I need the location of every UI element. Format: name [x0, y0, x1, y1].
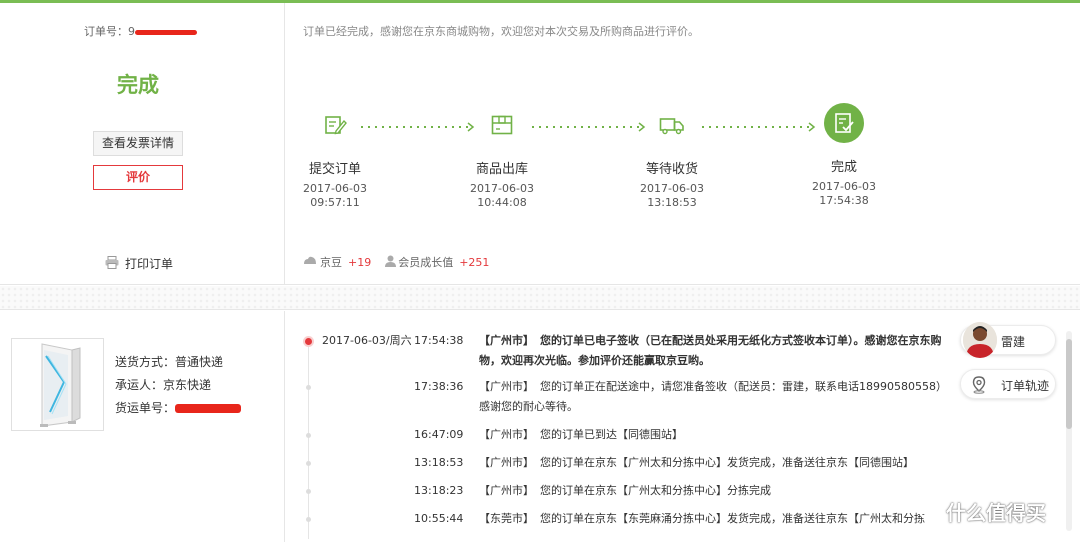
- tracking-city: 【广州市】: [479, 428, 534, 441]
- jingdou-value: +19: [348, 255, 372, 269]
- order-number: 订单号：9: [84, 23, 197, 39]
- section-divider: [0, 286, 1080, 310]
- rewards-row: 京豆 +19 会员成长值 +251: [303, 254, 489, 270]
- tracking-number: 货运单号：: [115, 397, 242, 420]
- tracking-scrollbar[interactable]: [1066, 331, 1072, 531]
- print-order-label: 打印订单: [125, 257, 174, 271]
- step-time: 13:18:53: [647, 196, 697, 209]
- tracking-time: 10:55:44: [414, 512, 464, 525]
- timeline-dot: [306, 461, 311, 466]
- tracking-message: 【广州市】 您的订单已电子签收（已在配送员处采用无纸化方式签收本订单）。感谢您在京…: [479, 331, 949, 371]
- order-track-label: 订单轨迹: [1001, 379, 1050, 393]
- location-pin-icon: [971, 376, 987, 397]
- site-watermark: 什么值得买: [918, 497, 1046, 526]
- growth-value: +251: [459, 255, 490, 269]
- tracking-message: 【广州市】 您的订单在京东【广州太和分拣中心】发货完成，准备送往京东【同德围站】: [479, 453, 949, 473]
- watermark-text: 什么值得买: [946, 501, 1046, 525]
- tracking-text: 您的订单在京东【广州太和分拣中心】发货完成，准备送往京东【同德围站】: [540, 456, 914, 469]
- tracking-time: 16:47:09: [414, 428, 464, 441]
- timeline-dot: [306, 433, 311, 438]
- tracking-message: 【东莞市】 您的订单在京东【东莞麻涌分拣中心】发货完成，准备送往京东【广州太和分拣: [479, 509, 949, 529]
- pc-case-image: [39, 342, 80, 427]
- tracking-city: 【广州市】: [479, 456, 534, 469]
- carrier: 承运人：京东快递: [115, 378, 212, 392]
- step-name: 商品出库: [475, 162, 528, 177]
- tracking-city: 【东莞市】: [479, 512, 534, 525]
- tracking-time: 13:18:53: [414, 456, 464, 469]
- tracking-city: 【广州市】: [479, 484, 534, 497]
- product-thumbnail[interactable]: [11, 338, 104, 431]
- tracking-text: 您的订单已电子签收（已在配送员处采用无纸化方式签收本订单）。感谢您在京东购物，欢…: [479, 334, 942, 367]
- tracking-message: 【广州市】 您的订单已到达【同德围站】: [479, 425, 949, 445]
- courier-name: 雷建: [1001, 335, 1026, 349]
- review-button[interactable]: 评价: [93, 165, 183, 190]
- step-date: 2017-06-03: [470, 182, 534, 195]
- growth-label: 会员成长值: [398, 256, 454, 269]
- package-icon: [482, 105, 522, 145]
- package-info-panel: 送货方式：普通快递 承运人：京东快递 货运单号：: [0, 311, 285, 542]
- timeline-dot: [306, 517, 311, 522]
- user-icon: [385, 255, 397, 270]
- tracking-timeline: 2017-06-03/周六 17:54:38 【广州市】 您的订单已电子签收（已在…: [286, 311, 949, 542]
- order-number-visible: 9: [128, 25, 135, 38]
- step-name: 等待收货: [645, 162, 698, 177]
- order-status: 完成: [117, 73, 159, 97]
- tracking-time: 13:18:23: [414, 484, 464, 497]
- order-track-button[interactable]: 订单轨迹: [960, 369, 1056, 399]
- jingdou-icon: [303, 255, 317, 269]
- redaction-mark: [135, 29, 197, 35]
- step-name: 提交订单: [308, 162, 361, 177]
- tracking-message: 【广州市】 您的订单正在配送途中，请您准备签收（配送员：雷建，联系电话189905…: [479, 377, 949, 417]
- tracking-text: 您的订单正在配送途中，请您准备签收（配送员：雷建，联系电话18990580558…: [479, 380, 947, 413]
- order-progress-panel: 订单已经完成，感谢您在京东商城购物，欢迎您对本次交易及所购商品进行评价。 提交订…: [286, 3, 1080, 285]
- tracking-text: 您的订单已到达【同德围站】: [540, 428, 683, 441]
- tracking-text: 您的订单在京东【东莞麻涌分拣中心】发货完成，准备送往京东【广州太和分拣: [540, 512, 925, 525]
- printer-icon: [105, 255, 119, 272]
- step-date: 2017-06-03: [640, 182, 704, 195]
- step-time: 17:54:38: [819, 194, 869, 207]
- watermark-logo-icon: [918, 497, 942, 526]
- tracking-message: 【广州市】 您的订单在京东【广州太和分拣中心】分拣完成: [479, 481, 949, 501]
- tracking-time: 17:54:38: [414, 334, 464, 347]
- print-order-link[interactable]: 打印订单: [105, 255, 173, 272]
- step-name: 完成: [830, 160, 857, 175]
- order-complete-notice: 订单已经完成，感谢您在京东商城购物，欢迎您对本次交易及所购商品进行评价。: [303, 25, 699, 38]
- timeline-line: [308, 339, 309, 539]
- step-complete: 完成 2017-06-03 17:54:38: [784, 103, 904, 208]
- tracking-city: 【广州市】: [479, 380, 534, 393]
- view-invoice-button[interactable]: 查看发票详情: [93, 131, 183, 156]
- tracking-time: 17:38:36: [414, 380, 464, 393]
- timeline-dot: [306, 385, 311, 390]
- timeline-dot-active: [305, 338, 312, 345]
- scrollbar-thumb[interactable]: [1066, 339, 1072, 429]
- tracking-number-label: 货运单号：: [115, 401, 176, 415]
- edit-icon: [315, 105, 355, 145]
- step-time: 09:57:11: [310, 196, 360, 209]
- tracking-date: 2017-06-03/周六: [322, 334, 412, 347]
- order-number-label: 订单号：: [84, 25, 128, 38]
- step-date: 2017-06-03: [812, 180, 876, 193]
- order-status-panel: 订单号：9 完成 查看发票详情 评价 打印订单: [0, 3, 285, 285]
- step-time: 10:44:08: [477, 196, 527, 209]
- redaction-mark: [175, 404, 242, 413]
- jingdou-label: 京豆: [320, 256, 342, 269]
- order-summary-section: 订单号：9 完成 查看发票详情 评价 打印订单 订单已经完成，感谢您在京东商城购…: [0, 3, 1080, 285]
- complete-icon: [824, 103, 864, 143]
- delivery-method: 送货方式：普通快递: [115, 355, 224, 369]
- tracking-text: 您的订单在京东【广州太和分拣中心】分拣完成: [540, 484, 771, 497]
- truck-icon: [652, 105, 692, 145]
- courier-actions: 雷建 订单轨迹: [960, 322, 1056, 399]
- courier-contact-button[interactable]: 雷建: [960, 322, 1056, 358]
- courier-avatar: [963, 322, 997, 358]
- tracking-city: 【广州市】: [479, 334, 534, 347]
- shipping-details: 送货方式：普通快递 承运人：京东快递 货运单号：: [115, 351, 242, 420]
- timeline-dot: [306, 489, 311, 494]
- step-date: 2017-06-03: [303, 182, 367, 195]
